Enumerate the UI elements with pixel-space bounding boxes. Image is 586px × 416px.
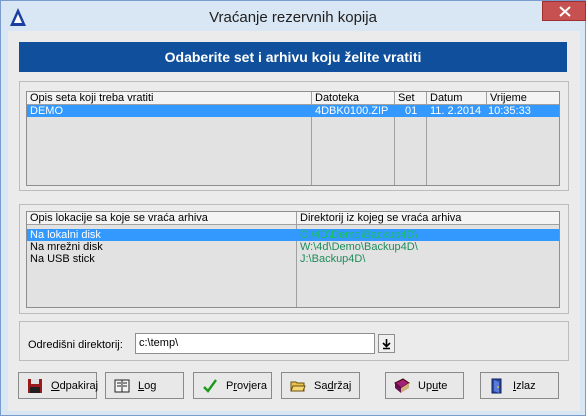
log-label-post: og xyxy=(144,380,157,392)
restore-backup-window: Vraćanje rezervnih kopija Odaberite set … xyxy=(0,0,586,416)
upute-label-pre: Up xyxy=(418,380,433,392)
time-cell: 10:35:33 xyxy=(488,105,531,117)
directory-cell: J:\Backup4D\ xyxy=(300,253,366,265)
backup-sets-list[interactable]: Opis seta koji treba vratiti Datoteka Se… xyxy=(26,91,560,186)
floppy-disk-icon xyxy=(28,379,42,393)
directory-cell: W:\4d\Demo\Backup4D\ xyxy=(300,241,418,253)
file-cell: 4DBK0100.ZIP xyxy=(315,105,389,117)
upute-label-post: te xyxy=(438,380,448,392)
destination-dropdown-button[interactable] xyxy=(378,334,395,353)
folder-open-icon xyxy=(290,381,306,392)
sadrzaj-label-pre: Sa xyxy=(314,380,328,392)
column-header-directory[interactable]: Direktorij iz kojeg se vraća arhiva xyxy=(297,212,559,225)
location-description-cell: Na lokalni disk xyxy=(30,229,101,241)
set-description-cell: DEMO xyxy=(30,105,63,117)
close-button[interactable] xyxy=(542,1,586,21)
table-row[interactable]: DEMO 4DBK0100.ZIP 01 11. 2.2014 10:35:33 xyxy=(27,105,559,117)
column-header-date[interactable]: Datum xyxy=(427,92,487,105)
upute-button[interactable]: Upute xyxy=(385,372,464,399)
sadrzaj-label-post: ržaj xyxy=(333,380,352,392)
destination-label: Odredišni direktorij: xyxy=(28,339,123,351)
odpakiraj-label-post: dpakiraj xyxy=(59,380,99,392)
location-description-cell: Na mrežni disk xyxy=(30,241,103,253)
dropdown-arrow-icon xyxy=(382,339,391,350)
log-book-icon xyxy=(114,379,130,393)
provjera-label-post: ovjera xyxy=(237,380,267,392)
set-cell: 01 xyxy=(405,105,418,117)
date-cell: 11. 2.2014 xyxy=(430,105,482,117)
column-header-file[interactable]: Datoteka xyxy=(312,92,395,105)
title-bar[interactable]: Vraćanje rezervnih kopija xyxy=(1,1,586,35)
restore-locations-list[interactable]: Opis lokacije sa koje se vraća arhiva Di… xyxy=(26,211,560,308)
instruction-banner: Odaberite set i arhivu koju želite vrati… xyxy=(19,42,567,72)
column-header-location-description[interactable]: Opis lokacije sa koje se vraća arhiva xyxy=(27,212,297,225)
close-icon xyxy=(559,6,571,17)
table-row[interactable]: Na lokalni disk C:\4D\Demo\Backup4D\ xyxy=(27,229,559,241)
izlaz-label-post: zlaz xyxy=(516,380,536,392)
column-header-set[interactable]: Set xyxy=(395,92,427,105)
location-description-cell: Na USB stick xyxy=(30,253,95,265)
exit-door-icon xyxy=(491,378,502,394)
odpakiraj-button[interactable]: Odpakiraj xyxy=(18,372,99,399)
dialog-client-area: Odaberite set i arhivu koju želite vrati… xyxy=(8,31,580,411)
directory-cell: C:\4D\Demo\Backup4D\ xyxy=(300,229,418,241)
checkmark-icon xyxy=(203,379,217,393)
table-row[interactable]: Na mrežni disk W:\4d\Demo\Backup4D\ xyxy=(27,241,559,253)
odpakiraj-label-accel: O xyxy=(51,380,60,392)
destination-directory-input[interactable]: c:\temp\ xyxy=(135,333,375,354)
provjera-button[interactable]: Provjera xyxy=(193,372,272,399)
izlaz-button[interactable]: Izlaz xyxy=(480,372,559,399)
table-row[interactable]: Na USB stick J:\Backup4D\ xyxy=(27,253,559,265)
log-button[interactable]: Log xyxy=(105,372,184,399)
sadrzaj-button[interactable]: Sadržaj xyxy=(281,372,360,399)
help-book-icon xyxy=(394,378,410,393)
column-header-set-description[interactable]: Opis seta koji treba vratiti xyxy=(27,92,312,105)
window-title: Vraćanje rezervnih kopija xyxy=(209,9,377,26)
column-header-time[interactable]: Vrijeme xyxy=(487,92,559,105)
